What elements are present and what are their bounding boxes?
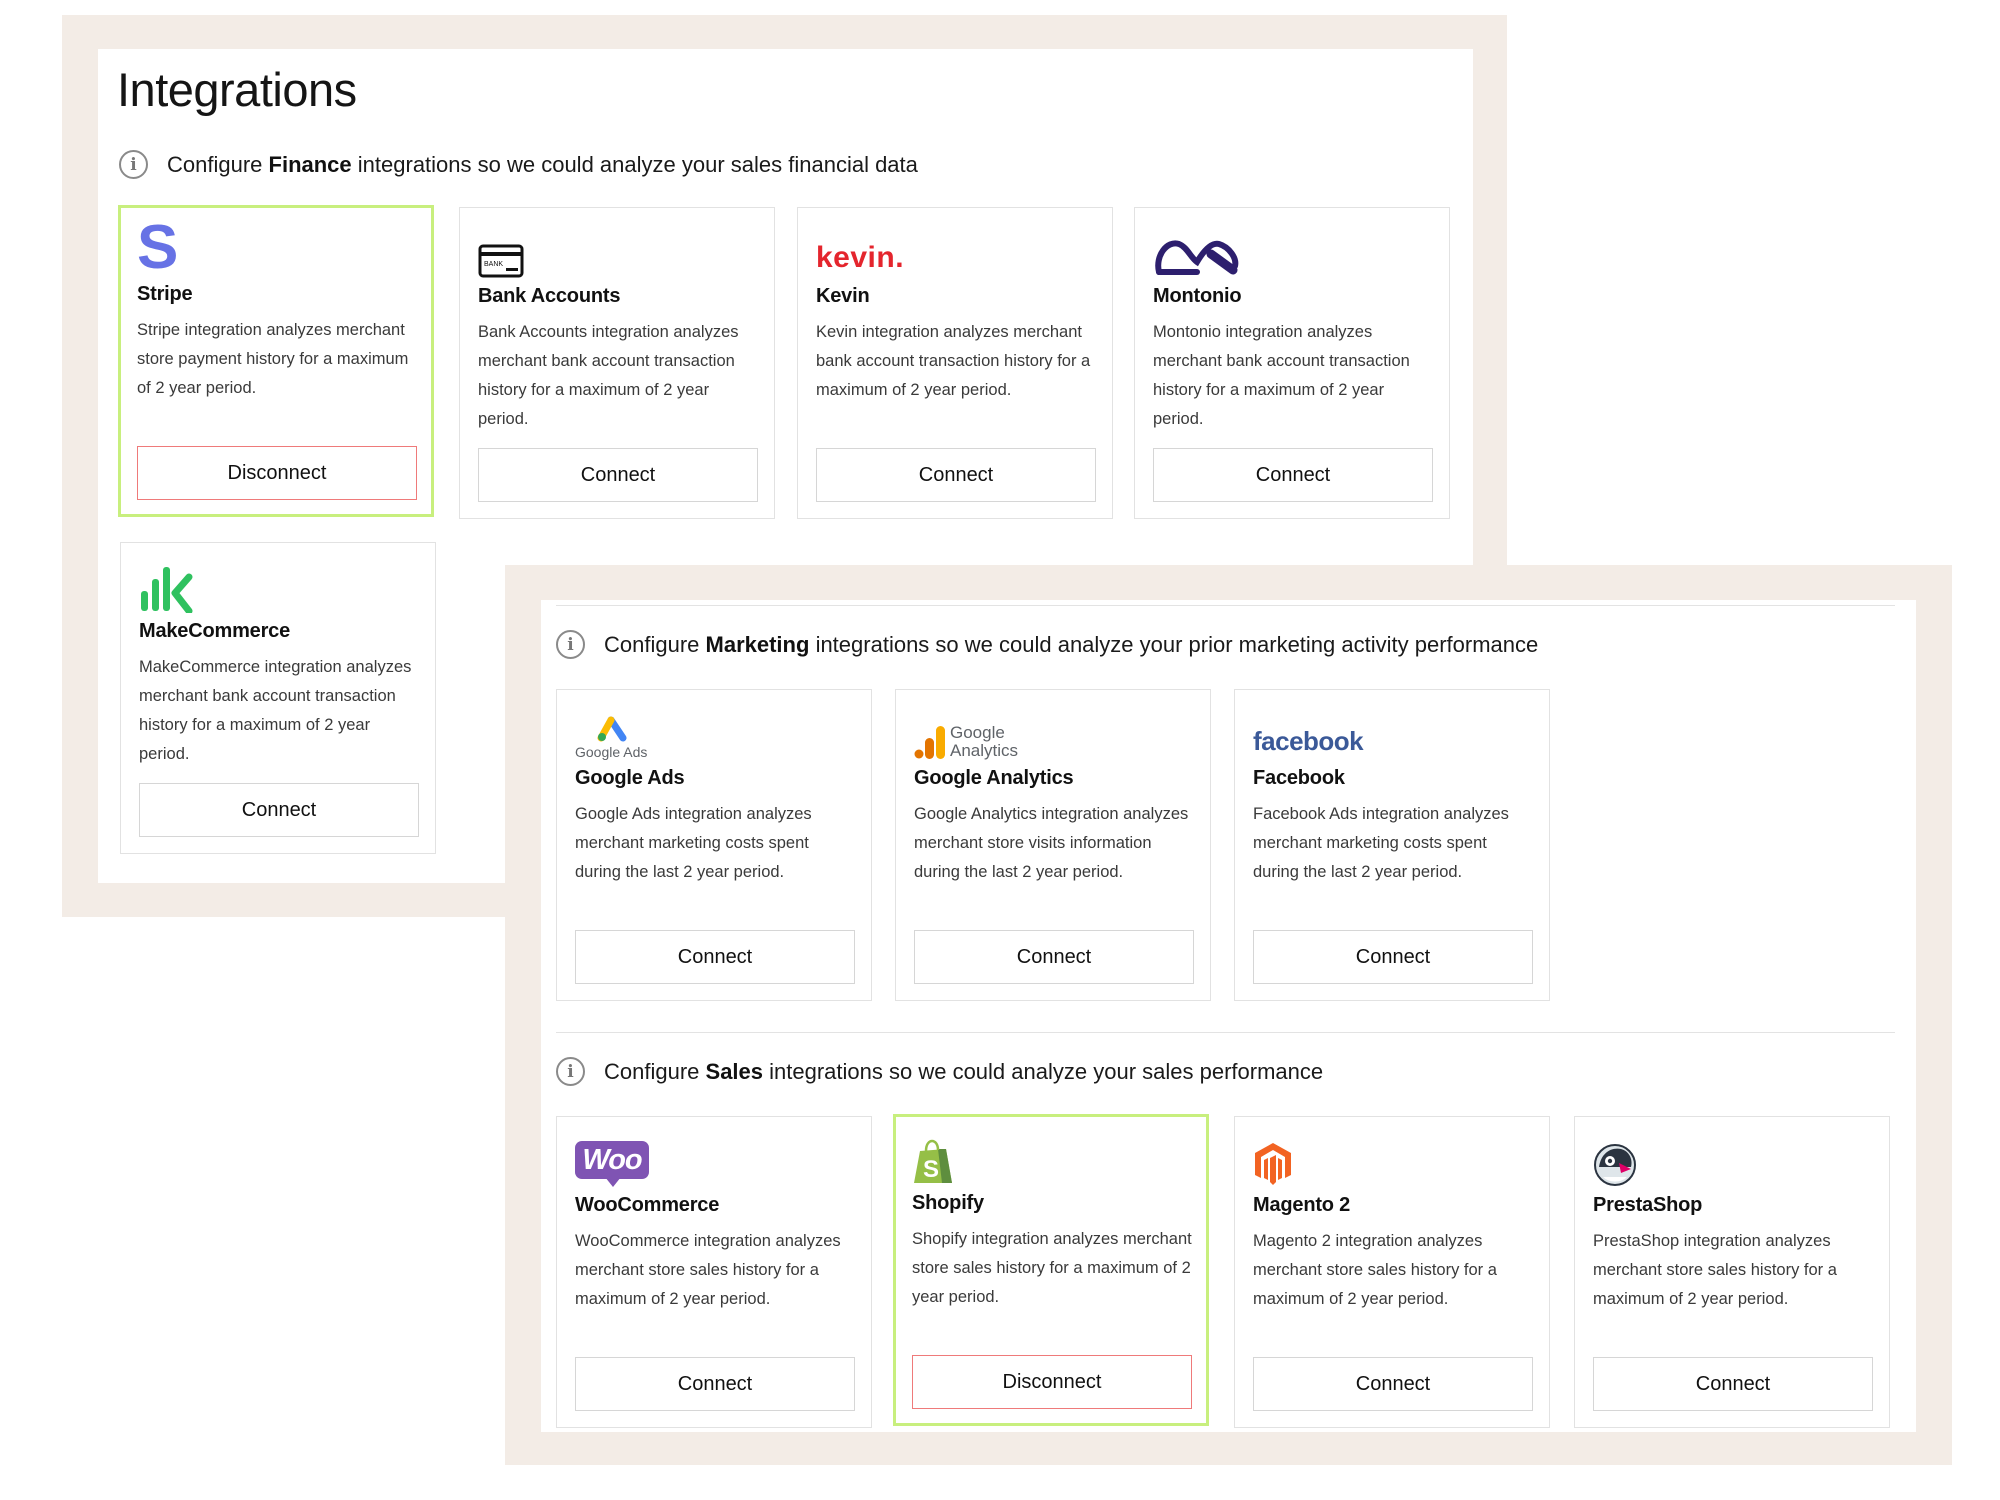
page-title: Integrations [117, 63, 357, 116]
sales-section-heading: i Configure Sales integrations so we cou… [556, 1057, 1323, 1086]
prestashop-puffin-icon [1593, 1131, 1637, 1187]
card-description: Google Ads integration analyzes merchant… [575, 805, 812, 881]
makecommerce-card: MakeCommerce MakeCommerce integration an… [120, 542, 436, 854]
stripe-logo-icon: S [137, 213, 179, 282]
info-icon: i [119, 150, 148, 179]
magento-logo-icon [1253, 1131, 1293, 1187]
kevin-card: kevin. Kevin Kevin integration analyzes … [797, 207, 1113, 519]
google-analytics-card: Google Analytics Google Analytics Google… [895, 689, 1211, 1001]
montonio-logo-icon [1153, 222, 1241, 278]
card-name: Kevin [816, 285, 870, 307]
bank-accounts-connect-button[interactable]: Connect [478, 448, 758, 502]
prestashop-connect-button[interactable]: Connect [1593, 1357, 1873, 1411]
montonio-connect-button[interactable]: Connect [1153, 448, 1433, 502]
card-name: Facebook [1253, 767, 1345, 789]
stripe-card: S Stripe Stripe integration analyzes mer… [118, 205, 434, 517]
kevin-connect-button[interactable]: Connect [816, 448, 1096, 502]
stripe-disconnect-button[interactable]: Disconnect [137, 446, 417, 500]
shopify-bag-icon: S [912, 1129, 954, 1185]
google-ads-connect-button[interactable]: Connect [575, 930, 855, 984]
magento-connect-button[interactable]: Connect [1253, 1357, 1533, 1411]
montonio-card: Montonio Montonio integration analyzes m… [1134, 207, 1450, 519]
makecommerce-connect-button[interactable]: Connect [139, 783, 419, 837]
magento-card: Magento 2 Magento 2 integration analyzes… [1234, 1116, 1550, 1428]
prestashop-card: PrestaShop PrestaShop integration analyz… [1574, 1116, 1890, 1428]
svg-text:BANK: BANK [484, 261, 503, 268]
marketing-section-heading: i Configure Marketing integrations so we… [556, 630, 1538, 659]
card-name: Stripe [137, 283, 193, 305]
card-name: Shopify [912, 1192, 984, 1214]
woocommerce-connect-button[interactable]: Connect [575, 1357, 855, 1411]
card-description: Stripe integration analyzes merchant sto… [137, 321, 409, 397]
svg-text:S: S [923, 1156, 939, 1183]
facebook-connect-button[interactable]: Connect [1253, 930, 1533, 984]
facebook-card: facebook Facebook Facebook Ads integrati… [1234, 689, 1550, 1001]
facebook-logo-icon: facebook [1253, 726, 1364, 756]
card-description: Facebook Ads integration analyzes mercha… [1253, 805, 1509, 881]
divider [556, 605, 1895, 606]
card-description: Shopify integration analyzes merchant st… [912, 1230, 1192, 1306]
google-ads-card: Google Ads Google Ads Google Ads integra… [556, 689, 872, 1001]
google-analytics-connect-button[interactable]: Connect [914, 930, 1194, 984]
finance-section-heading: i Configure Finance integrations so we c… [119, 150, 918, 179]
card-name: WooCommerce [575, 1194, 720, 1216]
card-name: Montonio [1153, 285, 1242, 307]
card-name: PrestaShop [1593, 1194, 1703, 1216]
card-name: Google Analytics [914, 767, 1074, 789]
card-description: Google Analytics integration analyzes me… [914, 805, 1189, 881]
woocommerce-logo-icon: Woo [575, 1131, 649, 1187]
kevin-logo-icon: kevin. [816, 241, 905, 274]
card-description: MakeCommerce integration analyzes mercha… [139, 658, 412, 763]
shopify-card: S Shopify Shopify integration analyzes m… [893, 1114, 1209, 1426]
card-description: Montonio integration analyzes merchant b… [1153, 323, 1410, 428]
google-ads-logo-icon: Google Ads [575, 704, 647, 760]
card-description: Kevin integration analyzes merchant bank… [816, 323, 1091, 399]
divider [556, 1032, 1895, 1033]
card-name: Bank Accounts [478, 285, 621, 307]
bank-accounts-card: BANK Bank Accounts Bank Accounts integra… [459, 207, 775, 519]
card-name: Magento 2 [1253, 1194, 1351, 1216]
shopify-disconnect-button[interactable]: Disconnect [912, 1355, 1192, 1409]
makecommerce-logo-icon [139, 557, 193, 613]
google-analytics-logo-icon: Google Analytics [914, 704, 1018, 760]
info-icon: i [556, 1057, 585, 1086]
card-name: MakeCommerce [139, 620, 291, 642]
card-description: PrestaShop integration analyzes merchant… [1593, 1232, 1837, 1308]
woocommerce-card: Woo WooCommerce WooCommerce integration … [556, 1116, 872, 1428]
card-description: Magento 2 integration analyzes merchant … [1253, 1232, 1497, 1308]
card-name: Google Ads [575, 767, 685, 789]
card-description: WooCommerce integration analyzes merchan… [575, 1232, 841, 1308]
bank-card-icon: BANK [478, 222, 524, 278]
info-icon: i [556, 630, 585, 659]
card-description: Bank Accounts integration analyzes merch… [478, 323, 739, 428]
